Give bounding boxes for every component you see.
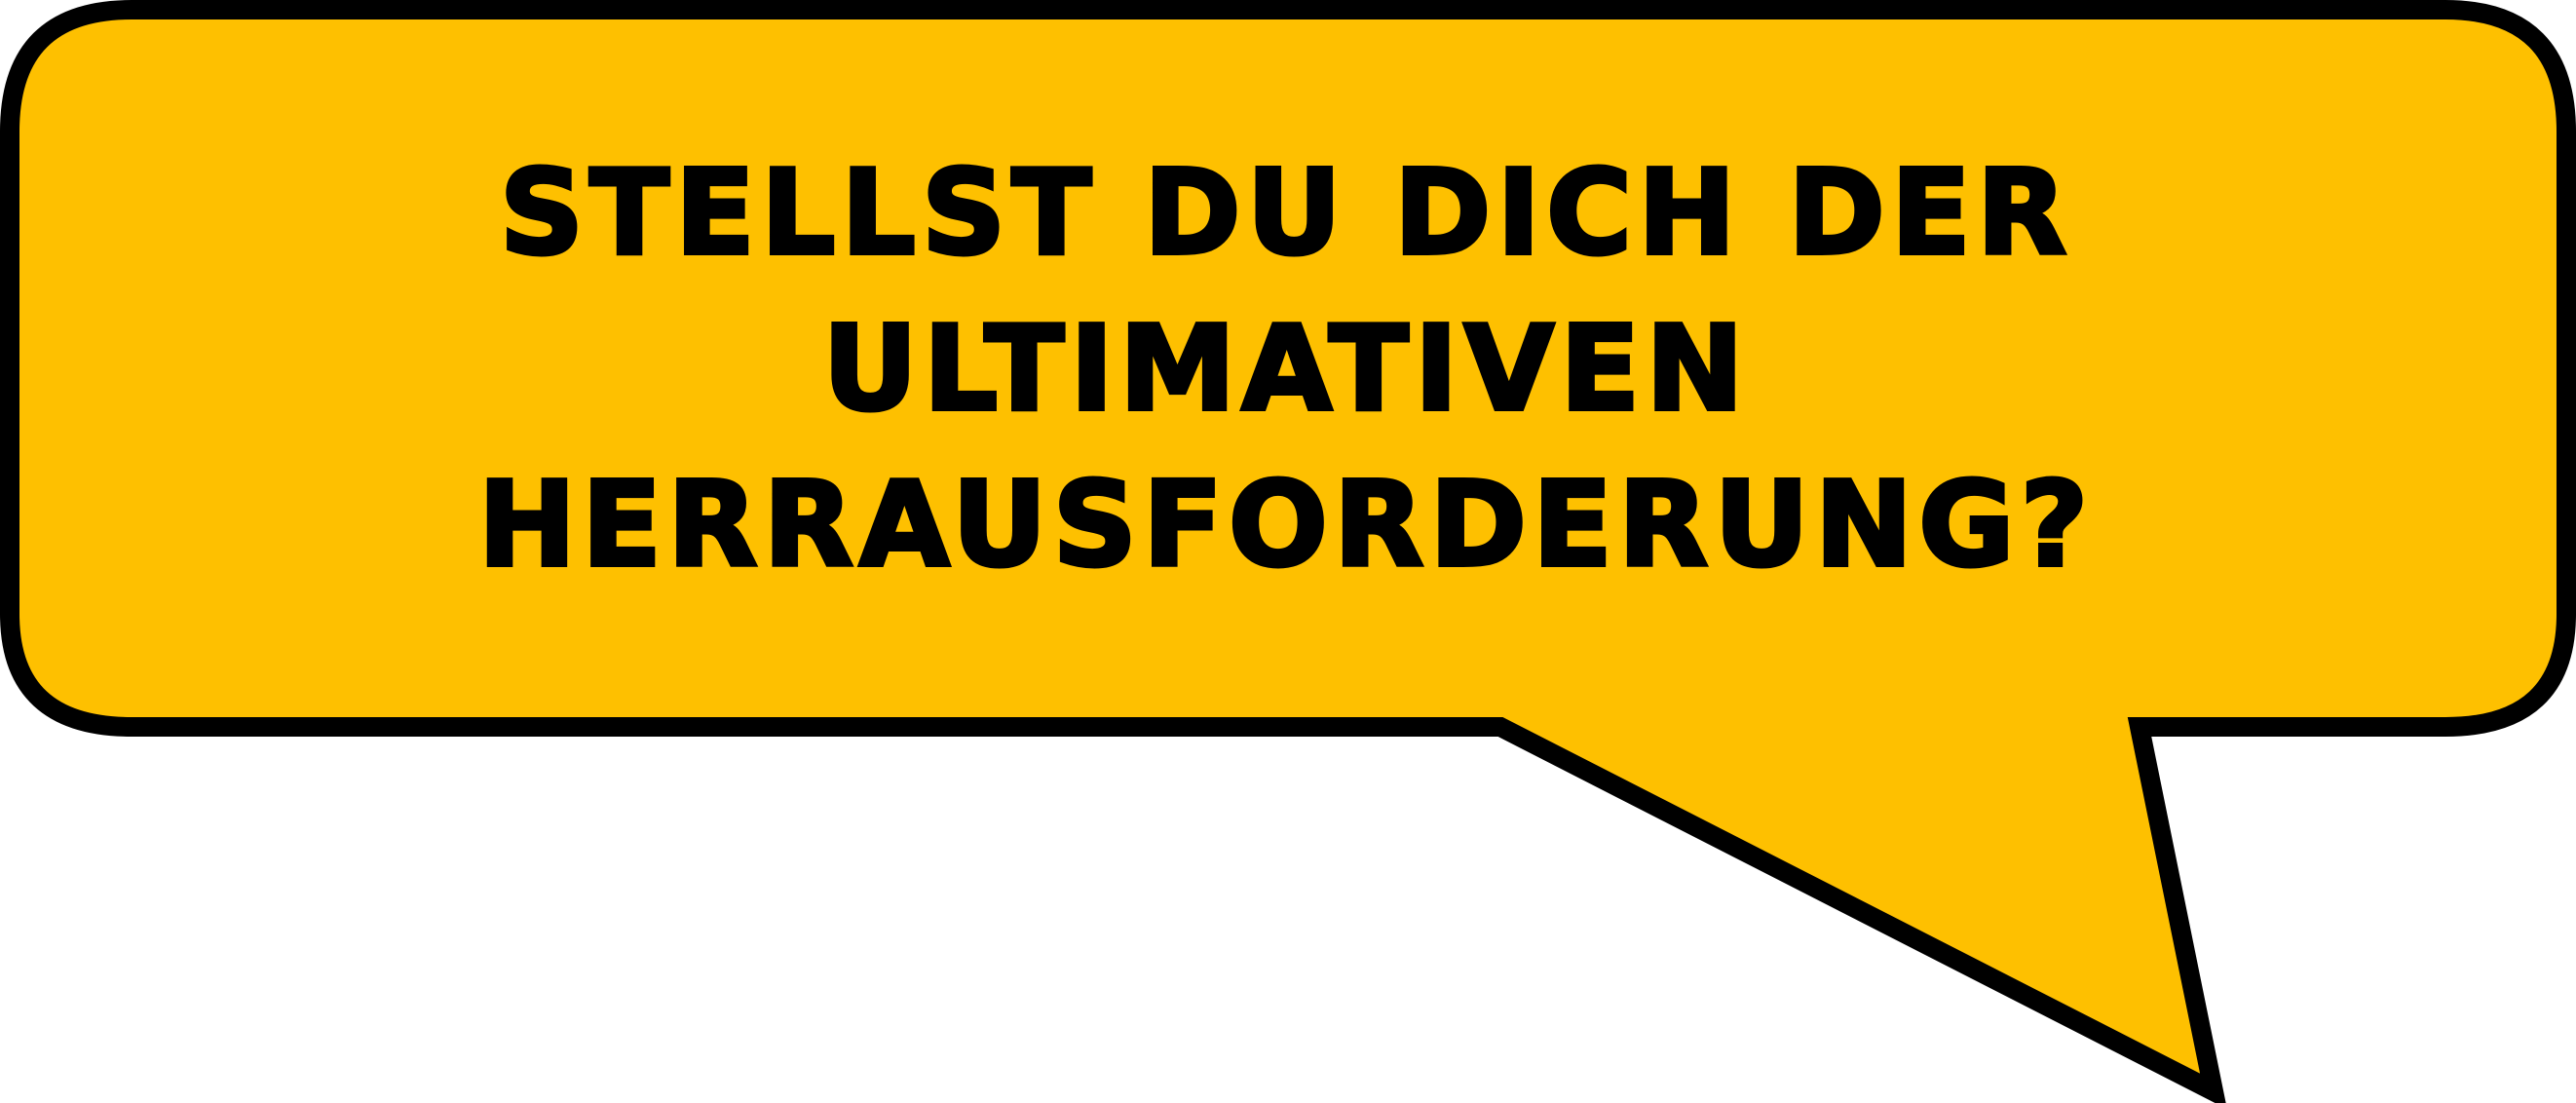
text-line-3: HERRAUSFORDERUNG? xyxy=(476,456,2095,595)
canvas: STELLST DU DICH DER ULTIMATIVEN HERRAUSF… xyxy=(0,0,2576,1103)
text-line-2: ULTIMATIVEN xyxy=(820,300,1750,439)
text-line-1: STELLST DU DICH DER xyxy=(498,144,2073,284)
speech-bubble-text: STELLST DU DICH DER ULTIMATIVEN HERRAUSF… xyxy=(58,136,2514,604)
